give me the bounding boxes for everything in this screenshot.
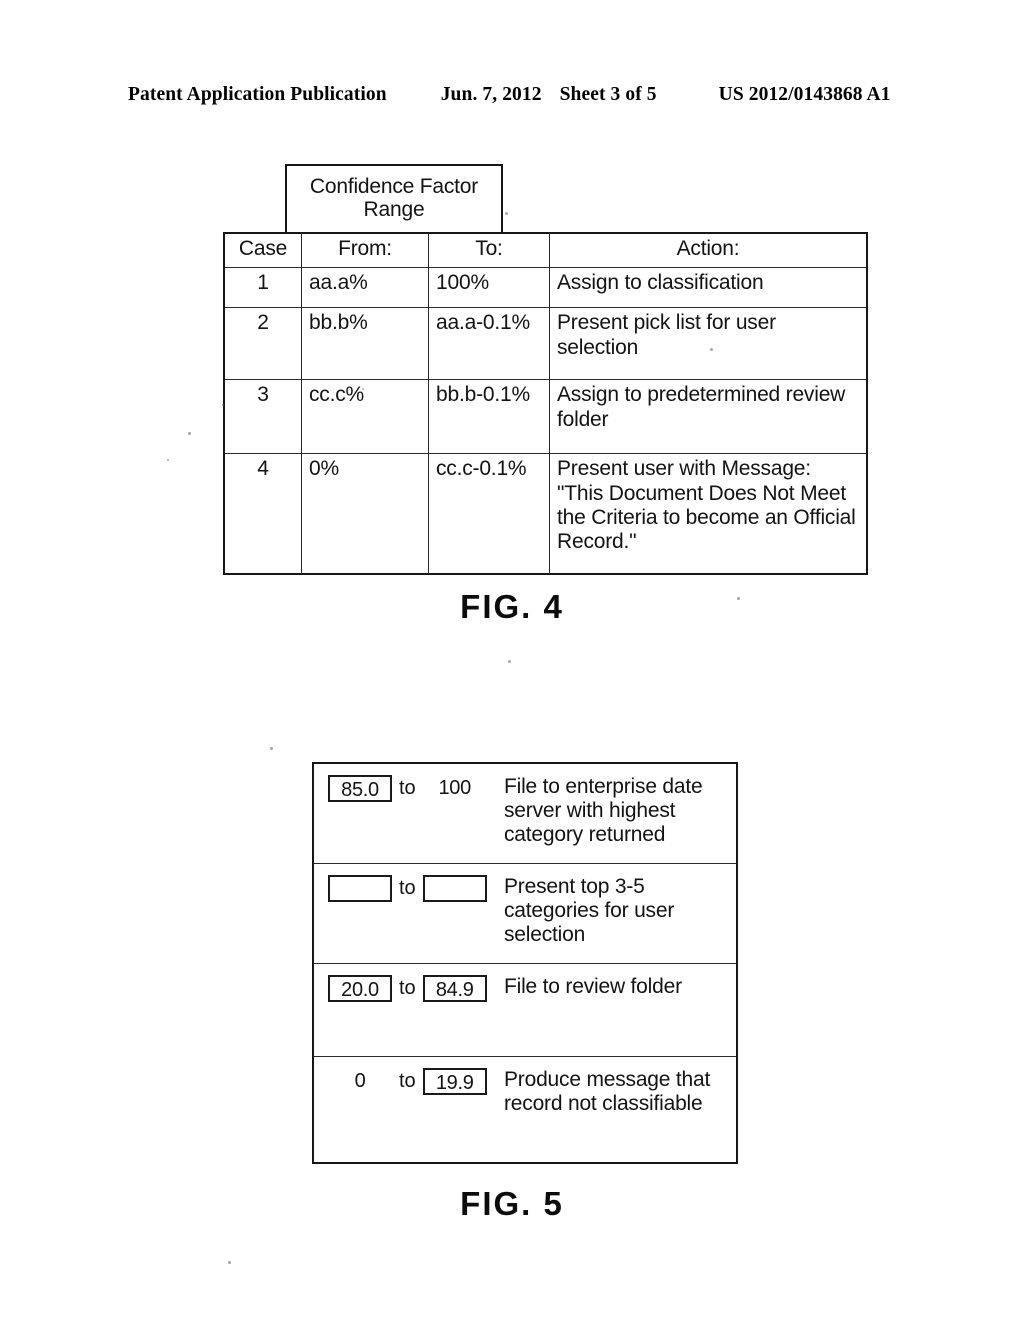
header-publication-date: Jun. 7, 2012 bbox=[440, 84, 542, 105]
range-to-input[interactable] bbox=[422, 875, 487, 902]
table-row: 2 bb.b% aa.a-0.1% Present pick list for … bbox=[223, 307, 868, 381]
range-group: 85.0 to 100 bbox=[314, 775, 504, 802]
scan-speckle bbox=[270, 747, 273, 750]
header-patent-number: US 2012/0143868 A1 bbox=[718, 84, 891, 105]
figure-5-caption: FIG. 5 bbox=[460, 1185, 564, 1222]
confidence-factor-range-label: Confidence Factor Range bbox=[285, 164, 503, 232]
range-group: 0 to 19.9 bbox=[314, 1068, 504, 1095]
table-row: 1 aa.a% 100% Assign to classification bbox=[223, 267, 868, 309]
cell-action: Assign to predetermined review folder bbox=[549, 379, 868, 455]
cell-case: 1 bbox=[223, 267, 302, 309]
range-to-input[interactable]: 84.9 bbox=[422, 975, 487, 1002]
column-header-case: Case bbox=[223, 232, 302, 269]
range-from-input[interactable]: 20.0 bbox=[328, 975, 392, 1002]
header-sheet-number: Sheet 3 of 5 bbox=[559, 84, 657, 105]
row-action-text: File to review folder bbox=[504, 975, 682, 998]
cell-action: Present user with Message: "This Documen… bbox=[549, 453, 868, 575]
row-action-text: Present top 3-5 categories for user sele… bbox=[504, 875, 675, 946]
figure-5-row: to Present top 3-5 categories for user s… bbox=[314, 864, 736, 964]
figure-5: 85.0 to 100 File to enterprise date serv… bbox=[312, 762, 738, 1164]
cell-action: Present pick list for user selection bbox=[549, 307, 868, 381]
range-group: 20.0 to 84.9 bbox=[314, 975, 504, 1002]
page-header: Patent Application Publication Jun. 7, 2… bbox=[128, 84, 898, 106]
table-row: 4 0% cc.c-0.1% Present user with Message… bbox=[223, 453, 868, 575]
cell-to: 100% bbox=[428, 267, 550, 309]
cell-to: cc.c-0.1% bbox=[428, 453, 550, 575]
row-action-text: Produce message that record not classifi… bbox=[504, 1068, 711, 1115]
column-header-action: Action: bbox=[549, 232, 868, 269]
scan-speckle bbox=[222, 404, 224, 406]
confidence-factor-range-header-row: Confidence Factor Range bbox=[223, 164, 805, 232]
cell-from: bb.b% bbox=[301, 307, 429, 381]
figure-5-row: 0 to 19.9 Produce message that record no… bbox=[314, 1057, 736, 1162]
figure-5-row: 85.0 to 100 File to enterprise date serv… bbox=[314, 764, 736, 864]
cell-case: 4 bbox=[223, 453, 302, 575]
column-header-to: To: bbox=[428, 232, 550, 269]
header-spacer-action bbox=[503, 164, 805, 232]
range-group: to bbox=[314, 875, 504, 902]
to-label: to bbox=[399, 777, 416, 799]
column-header-from: From: bbox=[301, 232, 429, 269]
figure-4: Confidence Factor Range Case From: To: A… bbox=[223, 164, 868, 576]
to-label: to bbox=[399, 1070, 416, 1092]
range-from-input[interactable]: 85.0 bbox=[328, 775, 392, 802]
scan-speckle bbox=[737, 597, 740, 600]
figure-4-table: Case From: To: Action: 1 aa.a% 100% Assi… bbox=[223, 232, 868, 576]
figure-5-row: 20.0 to 84.9 File to review folder bbox=[314, 964, 736, 1057]
cell-to: bb.b-0.1% bbox=[428, 379, 550, 455]
table-header-row: Case From: To: Action: bbox=[223, 232, 868, 269]
cell-from: 0% bbox=[301, 453, 429, 575]
scan-speckle bbox=[710, 348, 713, 351]
to-label: to bbox=[399, 877, 416, 899]
cell-action: Assign to classification bbox=[549, 267, 868, 309]
scan-speckle bbox=[188, 432, 191, 435]
cell-from: aa.a% bbox=[301, 267, 429, 309]
cell-to: aa.a-0.1% bbox=[428, 307, 550, 381]
cell-from: cc.c% bbox=[301, 379, 429, 455]
range-from-value: 0 bbox=[354, 1070, 366, 1092]
range-from-input[interactable] bbox=[328, 875, 392, 902]
header-publication-title: Patent Application Publication bbox=[128, 84, 387, 105]
scan-speckle bbox=[505, 212, 508, 215]
scan-speckle bbox=[362, 388, 364, 390]
scan-speckle bbox=[228, 1261, 231, 1264]
scan-speckle bbox=[508, 660, 511, 663]
scan-speckle bbox=[167, 459, 169, 461]
table-row: 3 cc.c% bb.b-0.1% Assign to predetermine… bbox=[223, 379, 868, 455]
header-spacer-case bbox=[223, 164, 285, 232]
cell-case: 2 bbox=[223, 307, 302, 381]
cell-case: 3 bbox=[223, 379, 302, 455]
range-to-value: 100 bbox=[438, 777, 471, 799]
row-action-text: File to enterprise date server with high… bbox=[504, 775, 703, 846]
range-to-input[interactable]: 19.9 bbox=[422, 1068, 487, 1095]
to-label: to bbox=[399, 977, 416, 999]
figure-4-caption: FIG. 4 bbox=[460, 588, 564, 625]
